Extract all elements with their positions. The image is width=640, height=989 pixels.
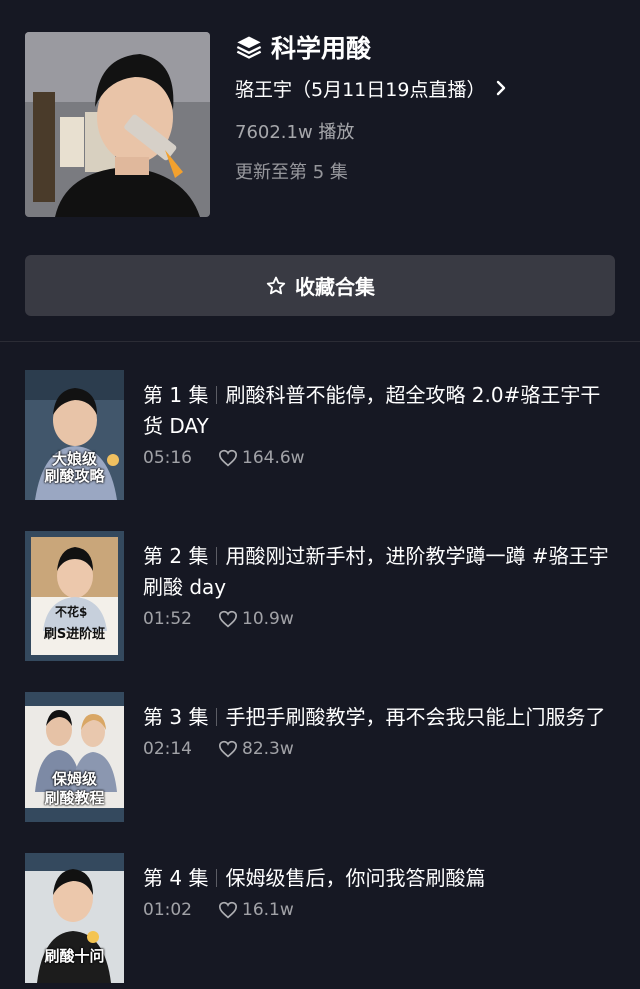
episode-duration: 01:52 [143,609,192,629]
episode-number: 第 1 集 [143,383,209,407]
episode-number: 第 4 集 [143,866,209,890]
author-link[interactable]: 骆王宇（5月11日19点直播） [235,72,507,104]
episode-item[interactable]: 刷酸十问 第 4 集保姆级售后，你问我答刷酸篇 01:02 16.1w [0,853,640,983]
episode-likes: 82.3w [242,739,294,759]
chevron-right-icon [495,79,507,97]
episode-number: 第 3 集 [143,705,209,729]
thumbnail-caption: 刷酸攻略 [44,467,105,485]
thumbnail-caption: 保姆级 [51,770,97,788]
episode-item[interactable]: 大娘级 刷酸攻略 第 1 集刷酸科普不能停，超全攻略 2.0#骆王宇干货 DAY… [0,370,640,500]
episode-likes: 164.6w [242,448,305,468]
episode-thumbnail: 大娘级 刷酸攻略 [25,370,124,500]
episode-item[interactable]: 保姆级 刷酸教程 第 3 集手把手刷酸教学，再不会我只能上门服务了 02:14 … [0,692,640,822]
episode-thumbnail: 不花$ 刷S进阶班 [25,531,124,661]
episode-thumbnail: 刷酸十问 [25,853,124,983]
divider [0,341,640,342]
favorite-label: 收藏合集 [295,275,375,299]
episode-title: 保姆级售后，你问我答刷酸篇 [225,866,486,890]
episode-number: 第 2 集 [143,544,209,568]
play-count: 7602.1w 播放 [235,122,355,143]
collection-header: 科学用酸 骆王宇（5月11日19点直播） 7602.1w 播放 更新至第 5 集 [0,0,640,240]
collection-cover-image[interactable] [25,32,210,217]
separator [216,869,218,887]
heart-outline-icon [218,449,242,467]
episode-likes: 16.1w [242,900,294,920]
thumbnail-caption: 刷S进阶班 [43,627,106,642]
episode-duration: 05:16 [143,448,192,468]
episode-item[interactable]: 不花$ 刷S进阶班 第 2 集用酸刚过新手村，进阶教学蹲一蹲 #骆王宇刷酸 da… [0,531,640,661]
episode-duration: 01:02 [143,900,192,920]
episode-title-line: 第 3 集手把手刷酸教学，再不会我只能上门服务了 [143,702,613,733]
star-outline-icon [265,275,295,297]
heart-outline-icon [218,740,242,758]
episode-title: 刷酸科普不能停，超全攻略 2.0#骆王宇干货 DAY [143,383,601,438]
thumbnail-caption: 不花$ [55,605,88,619]
collection-title: 科学用酸 [271,34,372,63]
episode-title: 手把手刷酸教学，再不会我只能上门服务了 [225,705,606,729]
separator [216,547,218,565]
author-name: 骆王宇（5月11日19点直播） [235,78,486,101]
separator [216,708,218,726]
layers-icon [235,33,263,61]
favorite-collection-button[interactable]: 收藏合集 [25,255,615,316]
heart-outline-icon [218,901,242,919]
episode-title-line: 第 1 集刷酸科普不能停，超全攻略 2.0#骆王宇干货 DAY [143,380,613,442]
episode-title: 用酸刚过新手村，进阶教学蹲一蹲 #骆王宇刷酸 day [143,544,609,599]
episode-title-line: 第 4 集保姆级售后，你问我答刷酸篇 [143,863,613,894]
episode-duration: 02:14 [143,739,192,759]
episode-title-line: 第 2 集用酸刚过新手村，进阶教学蹲一蹲 #骆王宇刷酸 day [143,541,613,603]
episode-thumbnail: 保姆级 刷酸教程 [25,692,124,822]
update-status: 更新至第 5 集 [235,162,348,183]
heart-outline-icon [218,610,242,628]
thumbnail-caption: 刷酸十问 [44,947,105,965]
episode-likes: 10.9w [242,609,294,629]
thumbnail-caption: 刷酸教程 [44,789,105,807]
separator [216,386,218,404]
